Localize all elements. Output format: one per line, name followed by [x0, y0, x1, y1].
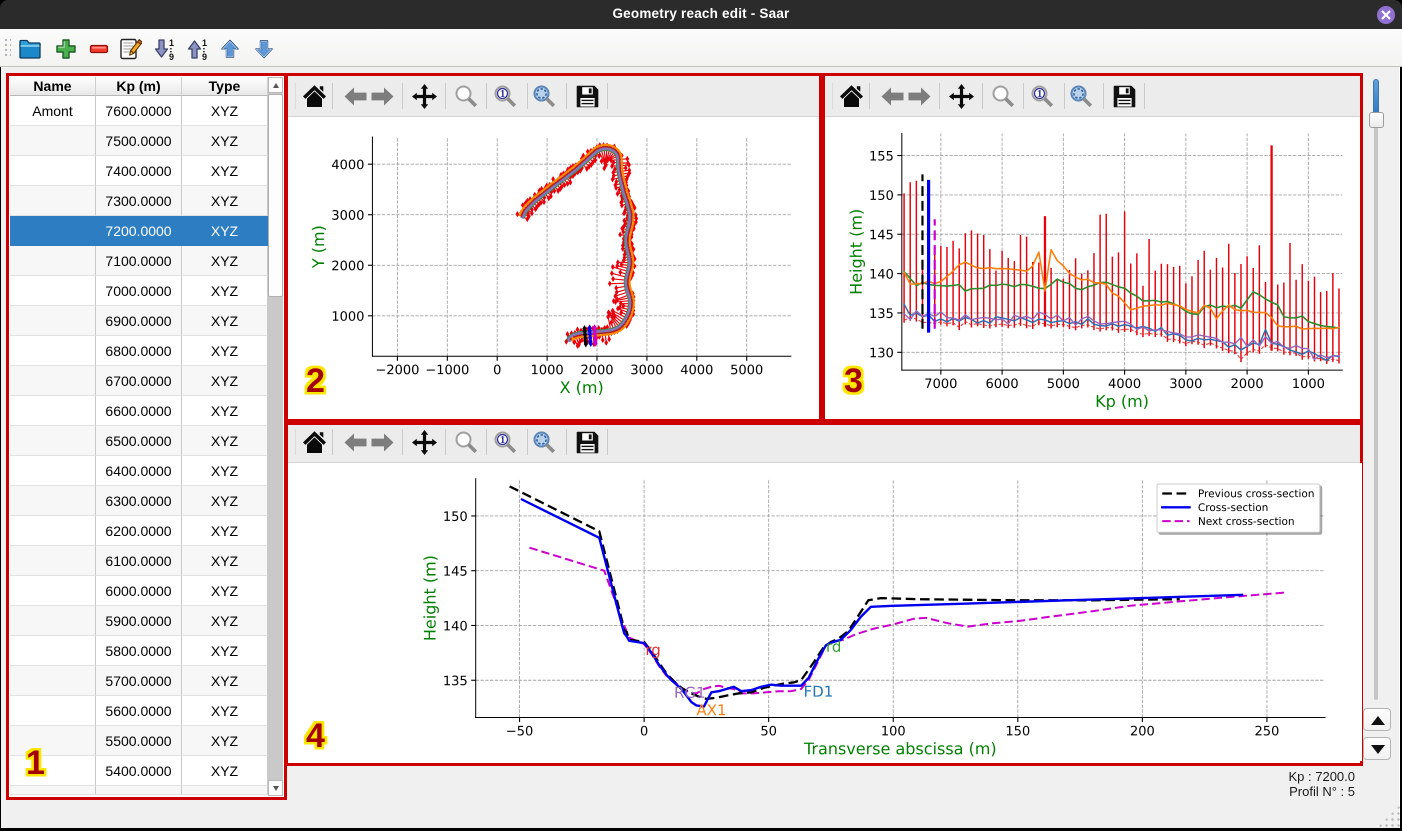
svg-text:9: 9 [202, 52, 207, 61]
svg-text:9: 9 [169, 52, 174, 61]
svg-text:1: 1 [202, 38, 207, 48]
svg-text:1: 1 [169, 38, 174, 48]
svg-text:1: 1 [500, 89, 505, 100]
svg-text:1: 1 [1037, 89, 1042, 100]
svg-text:1: 1 [500, 435, 505, 446]
